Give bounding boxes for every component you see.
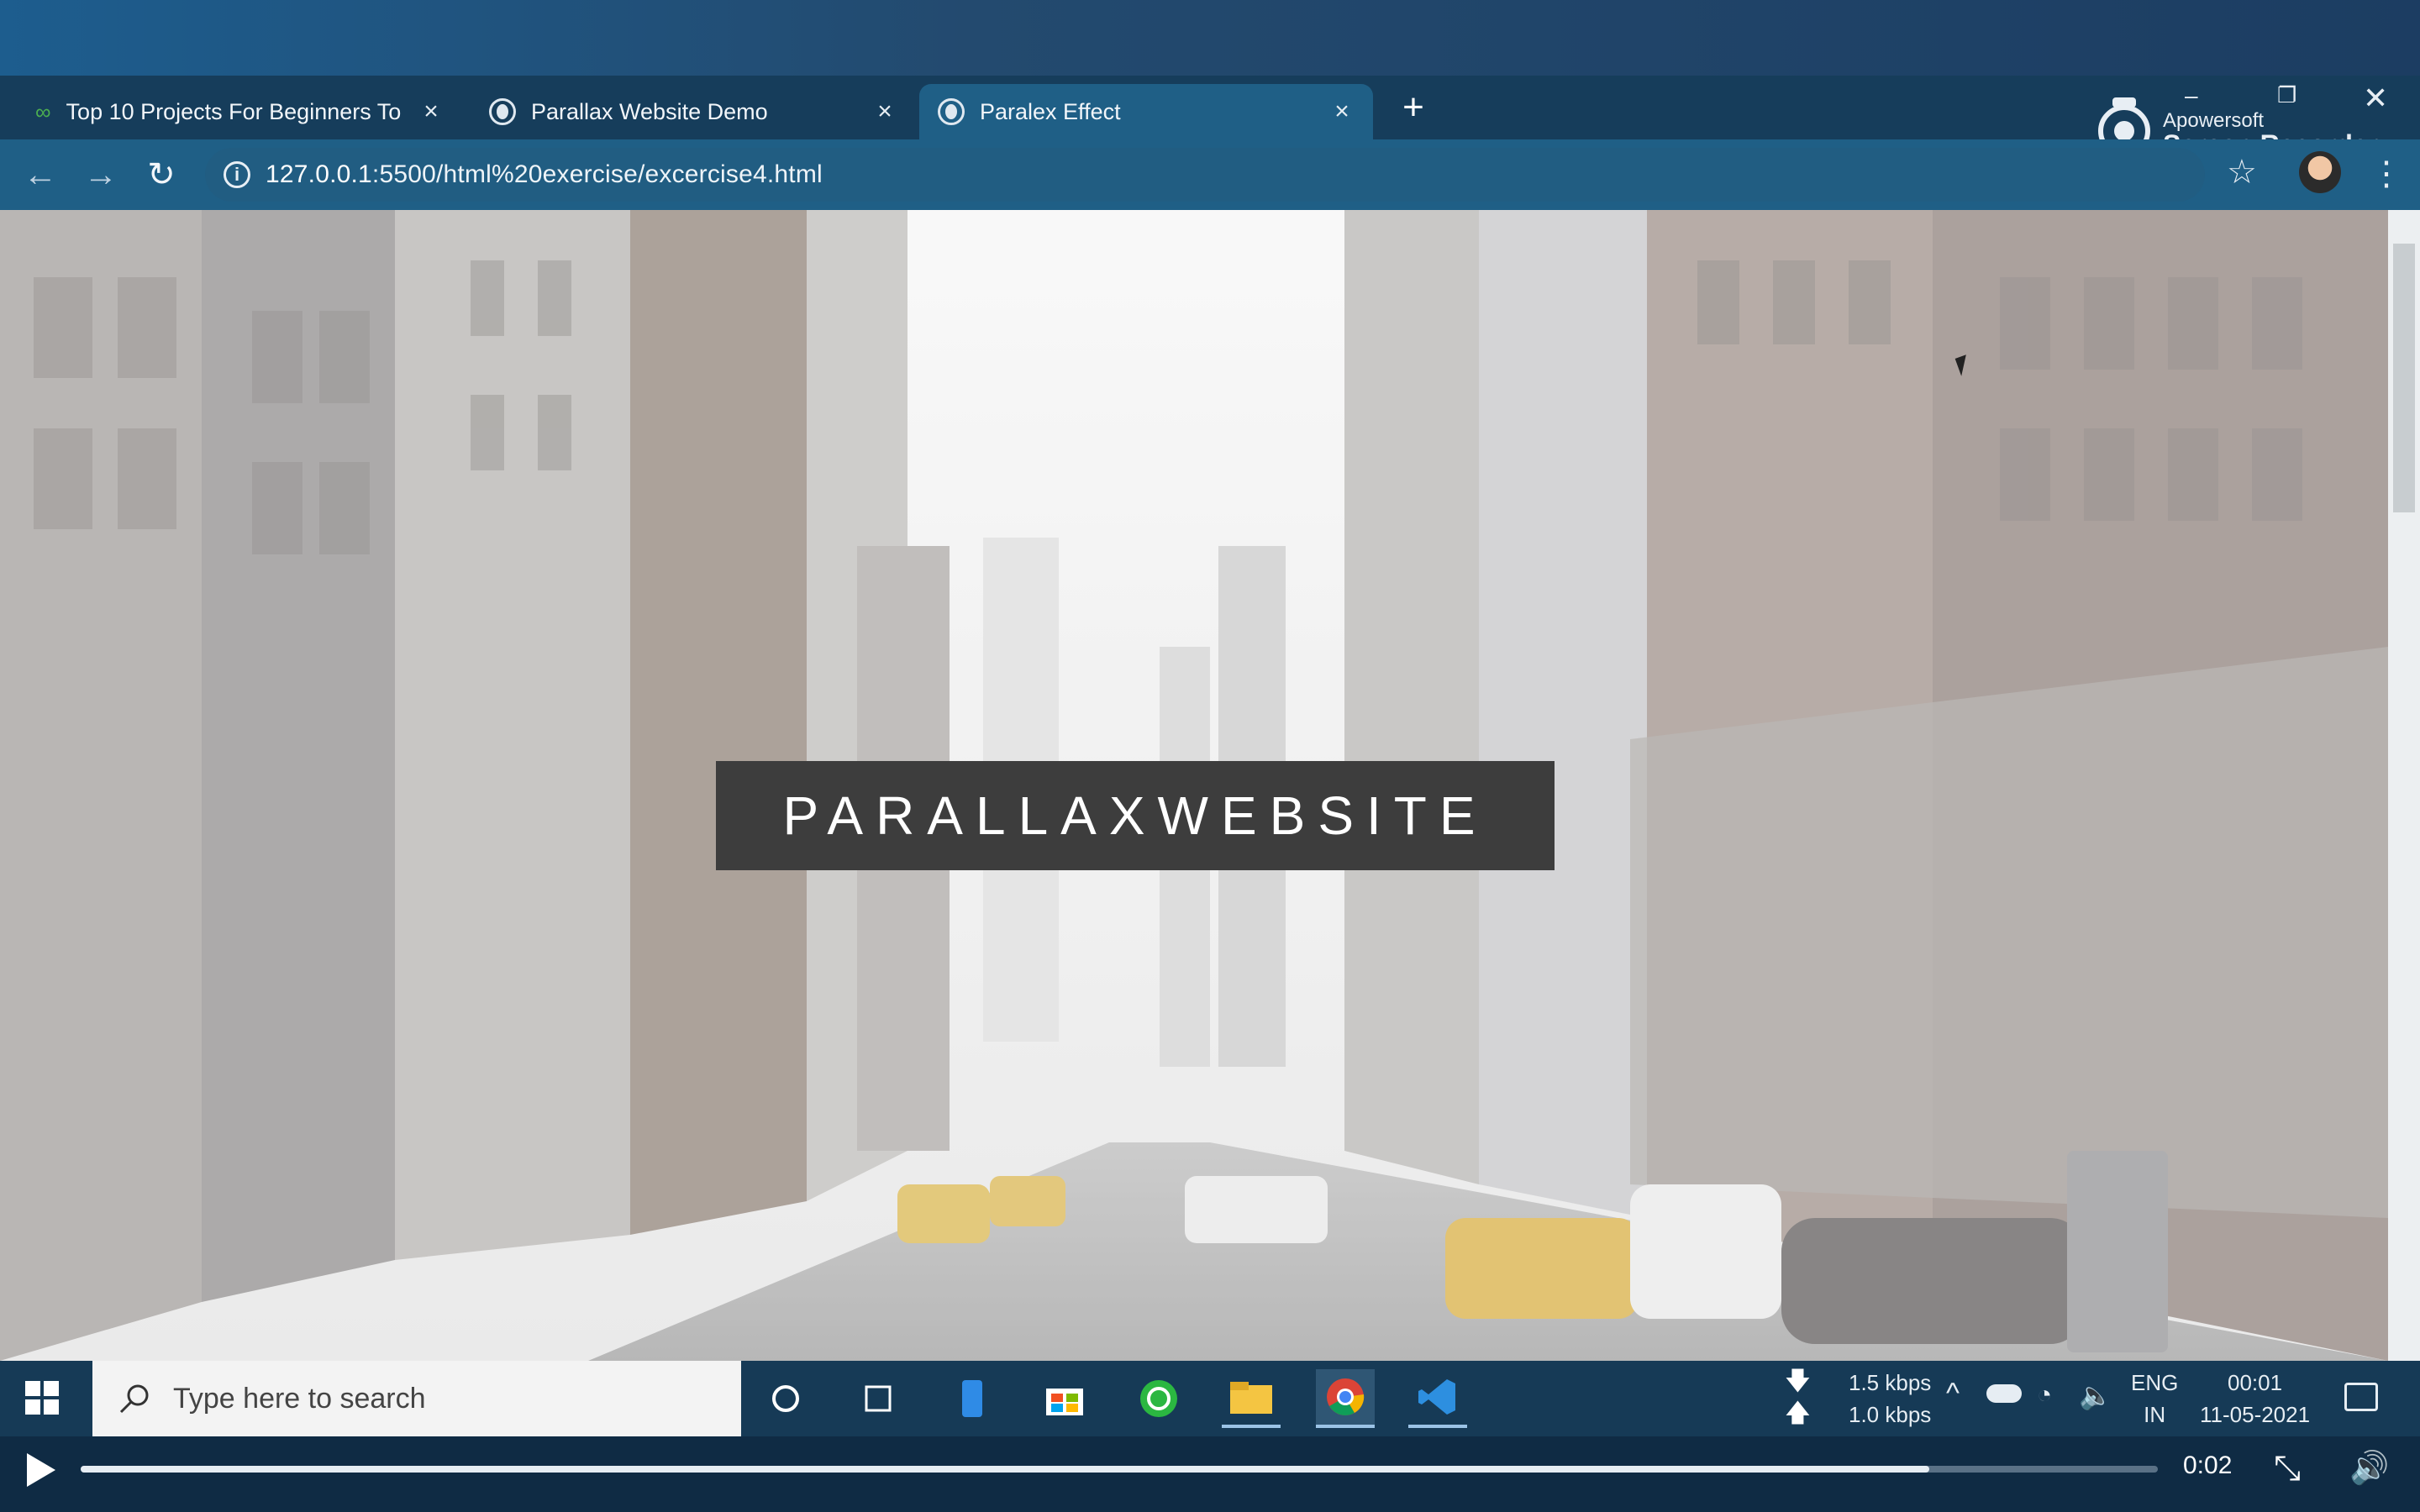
screen-top-strip	[0, 0, 2420, 76]
lang-code: ENG	[2131, 1370, 2179, 1395]
file-explorer-icon[interactable]	[1222, 1369, 1281, 1428]
onedrive-cloud-icon[interactable]	[1986, 1384, 2022, 1403]
new-tab-button[interactable]: +	[1392, 84, 1435, 131]
clock-time: 00:01	[2228, 1370, 2283, 1395]
url-text: 127.0.0.1:5500/html%20exercise/excercise…	[266, 160, 823, 189]
menu-dots-icon[interactable]: ⋮	[2370, 155, 2403, 193]
tab-paralex-effect[interactable]: Paralex Effect ×	[919, 84, 1373, 139]
region-code: IN	[2144, 1402, 2166, 1427]
notification-icon[interactable]	[2344, 1383, 2378, 1411]
url-path: :5500/html%20exercise/excercise4.html	[371, 160, 823, 188]
clock-date: 11-05-2021	[2200, 1402, 2311, 1427]
game-icon: ∞	[35, 98, 51, 124]
taskbar-search-box[interactable]: Type here to search	[92, 1361, 741, 1436]
exit-fullscreen-icon[interactable]: ⤡	[2274, 1450, 2301, 1488]
hero-title: PARALLAXWEBSITE	[716, 761, 1555, 870]
search-icon	[119, 1384, 149, 1414]
network-speed: 1.5 kbps 1.0 kbps	[1849, 1361, 1931, 1436]
tab-title: Parallax Website Demo	[531, 98, 768, 124]
network-arrows-icon: 🡇 🡅	[1785, 1368, 1811, 1427]
progress-fill	[81, 1466, 1930, 1473]
url-host: 127.0.0.1	[266, 160, 372, 188]
store-icon[interactable]	[1035, 1369, 1094, 1428]
tab-top-10-projects[interactable]: ∞ Top 10 Projects For Beginners To ×	[17, 84, 462, 139]
phone-app-icon[interactable]	[943, 1369, 1002, 1428]
tab-parallax-website-demo[interactable]: Parallax Website Demo ×	[471, 84, 916, 139]
video-player-bar	[0, 1436, 2420, 1512]
chrome-icon[interactable]	[1316, 1369, 1375, 1428]
tab-title: Paralex Effect	[980, 98, 1121, 124]
scrollbar-thumb[interactable]	[2393, 244, 2415, 512]
play-icon[interactable]	[27, 1453, 55, 1487]
reload-icon[interactable]: ↻	[138, 151, 185, 198]
volume-muted-icon[interactable]: 🔈	[2079, 1379, 2112, 1411]
elapsed-time: 0:02	[2183, 1452, 2233, 1479]
close-icon[interactable]: ×	[1329, 97, 1355, 126]
wifi-icon[interactable]: ◔	[2037, 1381, 2052, 1410]
info-icon[interactable]: i	[224, 161, 250, 188]
restore-icon[interactable]: ❐	[2277, 82, 2296, 108]
language-indicator[interactable]: ENG IN	[2131, 1361, 2178, 1436]
task-view-icon[interactable]	[849, 1369, 908, 1428]
close-icon[interactable]: ×	[418, 97, 444, 126]
back-arrow-icon[interactable]: ←	[17, 151, 64, 198]
address-bar[interactable]: i 127.0.0.1:5500/html%20exercise/excerci…	[205, 148, 2205, 202]
windows-start-icon[interactable]	[25, 1381, 59, 1415]
chevron-up-icon[interactable]: ^	[1946, 1378, 1960, 1410]
clock[interactable]: 00:01 11-05-2021	[2200, 1361, 2310, 1436]
search-placeholder: Type here to search	[173, 1382, 426, 1415]
net-up: 1.0 kbps	[1849, 1402, 1932, 1427]
window-close-icon[interactable]: ✕	[2363, 81, 2388, 116]
whatsapp-icon[interactable]	[1129, 1369, 1188, 1428]
bookmark-star-icon[interactable]: ☆	[2227, 153, 2257, 192]
tab-title: Top 10 Projects For Beginners To	[66, 98, 402, 124]
globe-icon	[938, 98, 965, 125]
net-down: 1.5 kbps	[1849, 1370, 1932, 1395]
forward-arrow-icon[interactable]: →	[77, 151, 124, 198]
close-icon[interactable]: ×	[872, 97, 897, 126]
globe-icon	[489, 98, 516, 125]
minimize-icon[interactable]: –	[2185, 82, 2198, 109]
avatar[interactable]	[2299, 151, 2341, 193]
vscode-icon[interactable]	[1408, 1369, 1467, 1428]
cortana-icon[interactable]	[756, 1369, 815, 1428]
volume-icon[interactable]: 🔊	[2349, 1450, 2389, 1487]
